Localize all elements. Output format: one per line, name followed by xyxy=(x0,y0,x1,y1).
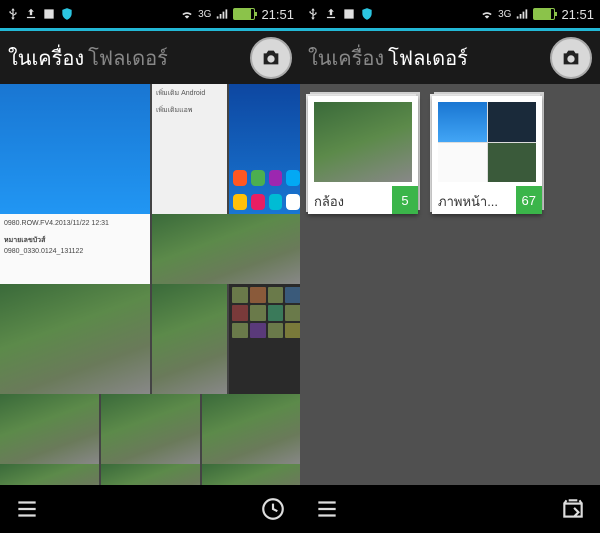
folder-thumbnail xyxy=(314,102,412,182)
tab-device[interactable]: ในเครื่อง xyxy=(8,42,84,74)
camera-button[interactable] xyxy=(550,37,592,79)
camera-button[interactable] xyxy=(250,37,292,79)
tab-device[interactable]: ในเครื่อง xyxy=(308,42,384,74)
usb-icon xyxy=(306,7,320,21)
usb-icon xyxy=(6,7,20,21)
gallery-header: ในเครื่อง โฟลเดอร์ xyxy=(0,28,300,84)
network-type: 3G xyxy=(198,9,211,20)
clock: 21:51 xyxy=(261,7,294,22)
folder-name: กล้อง xyxy=(314,186,392,214)
upload-icon xyxy=(24,7,38,21)
phone-screen-device: 3G 21:51 ในเครื่อง โฟลเดอร์ เพิ่มเติม An… xyxy=(0,0,300,533)
folder-count-badge: 67 xyxy=(516,186,542,214)
camera-icon xyxy=(260,47,282,69)
thumbnail[interactable]: 0980.ROW.FV4.2013/11/22 12:31 หมายเลขบัว… xyxy=(0,214,150,284)
shield-icon xyxy=(60,7,74,21)
recent-icon[interactable] xyxy=(260,496,286,522)
tab-folder[interactable]: โฟลเดอร์ xyxy=(88,42,168,74)
thumbnail[interactable] xyxy=(0,394,99,464)
folder-camera[interactable]: กล้อง 5 xyxy=(308,96,418,214)
gallery-header: ในเครื่อง โฟลเดอร์ xyxy=(300,28,600,84)
bottom-bar xyxy=(0,485,300,533)
camera-icon xyxy=(560,47,582,69)
shield-icon xyxy=(360,7,374,21)
thumbnail[interactable] xyxy=(0,284,150,394)
wifi-icon xyxy=(480,7,494,21)
folder-name: ภาพหน้า... xyxy=(438,186,516,214)
thumbnail[interactable] xyxy=(202,464,300,485)
picture-icon xyxy=(342,7,356,21)
phone-screen-folder: 3G 21:51 ในเครื่อง โฟลเดอร์ กล้อง 5 xyxy=(300,0,600,533)
folder-grid: กล้อง 5 ภาพหน้า... 67 xyxy=(300,84,600,485)
folder-screenshots[interactable]: ภาพหน้า... 67 xyxy=(432,96,542,214)
upload-icon xyxy=(324,7,338,21)
thumbnail[interactable] xyxy=(152,284,227,394)
signal-icon xyxy=(215,7,229,21)
photo-grid[interactable]: เพิ่มเติม Androidเพิ่มเติมแอพ xyxy=(0,84,300,485)
battery-icon xyxy=(533,8,555,20)
thumbnail[interactable] xyxy=(152,214,300,284)
folder-thumbnail xyxy=(438,102,536,182)
thumbnail[interactable]: เพิ่มเติม Androidเพิ่มเติมแอพ xyxy=(152,84,227,214)
thumbnail[interactable] xyxy=(229,84,300,214)
menu-icon[interactable] xyxy=(14,496,40,522)
thumbnail[interactable] xyxy=(229,284,300,394)
clock: 21:51 xyxy=(561,7,594,22)
status-bar: 3G 21:51 xyxy=(0,0,300,28)
thumbnail[interactable] xyxy=(101,394,200,464)
thumbnail[interactable] xyxy=(101,464,200,485)
battery-icon xyxy=(233,8,255,20)
menu-icon[interactable] xyxy=(314,496,340,522)
signal-icon xyxy=(515,7,529,21)
status-bar: 3G 21:51 xyxy=(300,0,600,28)
picture-icon xyxy=(42,7,56,21)
wifi-icon xyxy=(180,7,194,21)
thumbnail[interactable] xyxy=(202,394,300,464)
thumbnail[interactable] xyxy=(0,464,99,485)
network-type: 3G xyxy=(498,9,511,20)
bottom-bar xyxy=(300,485,600,533)
thumbnail[interactable] xyxy=(0,84,150,214)
tab-folder[interactable]: โฟลเดอร์ xyxy=(388,42,468,74)
slideshow-icon[interactable] xyxy=(560,496,586,522)
folder-count-badge: 5 xyxy=(392,186,418,214)
